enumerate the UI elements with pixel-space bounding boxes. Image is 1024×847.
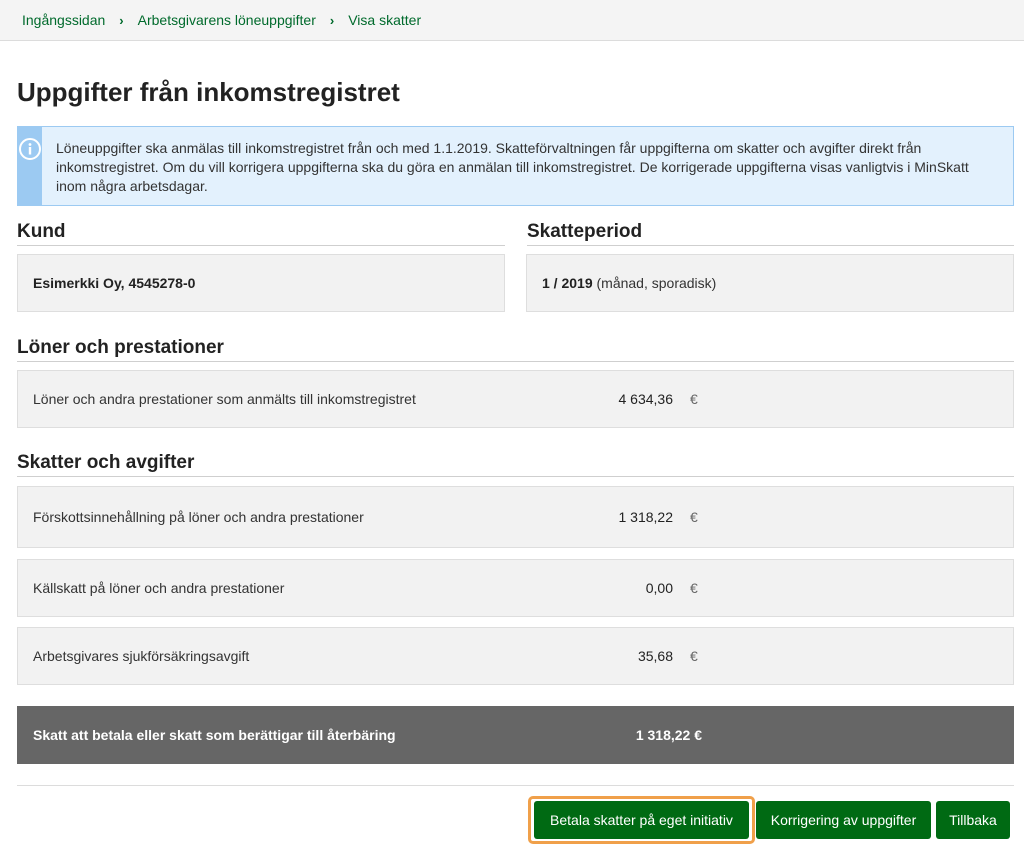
taxes-heading: Skatter och avgifter (17, 452, 1014, 477)
chevron-right-icon: › (329, 12, 335, 28)
breadcrumb: Ingångssidan › Arbetsgivarens löneuppgif… (0, 0, 1024, 41)
tax-row-label: Arbetsgivares sjukförsäkringsavgift (33, 648, 250, 664)
tax-row-value: 0,00 (645, 580, 673, 596)
table-row: Förskottsinnehållning på löner och andra… (17, 486, 1014, 548)
customer-name: Esimerkki Oy, 4545278-0 (33, 275, 196, 291)
euro-icon: € (690, 580, 698, 596)
tax-period-number: 1 / 2019 (542, 275, 593, 291)
total-label: Skatt att betala eller skatt som berätti… (33, 727, 396, 743)
tax-row-label: Källskatt på löner och andra prestatione… (33, 580, 285, 596)
page-title: Uppgifter från inkomstregistret (17, 77, 400, 107)
euro-icon: € (690, 648, 698, 664)
wages-row-value: 4 634,36 (618, 391, 674, 407)
tax-row-value: 1 318,22 (618, 509, 674, 525)
back-button[interactable]: Tillbaka (936, 801, 1010, 839)
tax-period-type: (månad, sporadisk) (592, 275, 717, 291)
breadcrumb-link-employer-wages[interactable]: Arbetsgivarens löneuppgifter (138, 12, 316, 28)
info-notice: Löneuppgifter ska anmälas till inkomstre… (17, 126, 1014, 206)
euro-icon: € (690, 509, 698, 525)
total-value: 1 318,22 € (635, 727, 702, 743)
breadcrumb-link-home[interactable]: Ingångssidan (22, 12, 105, 28)
tax-period-heading: Skatteperiod (527, 221, 1014, 246)
wages-row: Löner och andra prestationer som anmälts… (17, 370, 1014, 428)
euro-icon: € (690, 391, 698, 407)
divider (17, 785, 1014, 786)
info-stripe (18, 127, 42, 205)
tax-row-label: Förskottsinnehållning på löner och andra… (33, 509, 364, 525)
tax-row-value: 35,68 (637, 648, 673, 664)
tax-period-value: 1 / 2019 (månad, sporadisk) (526, 254, 1014, 312)
customer-heading: Kund (17, 221, 505, 246)
total-row: Skatt att betala eller skatt som berätti… (17, 706, 1014, 764)
chevron-right-icon: › (119, 12, 124, 28)
table-row: Arbetsgivares sjukförsäkringsavgift 35,6… (17, 627, 1014, 685)
customer-value: Esimerkki Oy, 4545278-0 (17, 254, 505, 312)
wages-row-label: Löner och andra prestationer som anmälts… (33, 391, 416, 407)
table-row: Källskatt på löner och andra prestatione… (17, 559, 1014, 617)
info-text: Löneuppgifter ska anmälas till inkomstre… (56, 140, 969, 194)
info-icon (19, 138, 41, 160)
correction-button[interactable]: Korrigering av uppgifter (756, 801, 931, 839)
pay-taxes-button[interactable]: Betala skatter på eget initiativ (534, 801, 749, 839)
wages-heading: Löner och prestationer (17, 337, 1014, 362)
breadcrumb-link-show-taxes[interactable]: Visa skatter (348, 12, 421, 28)
